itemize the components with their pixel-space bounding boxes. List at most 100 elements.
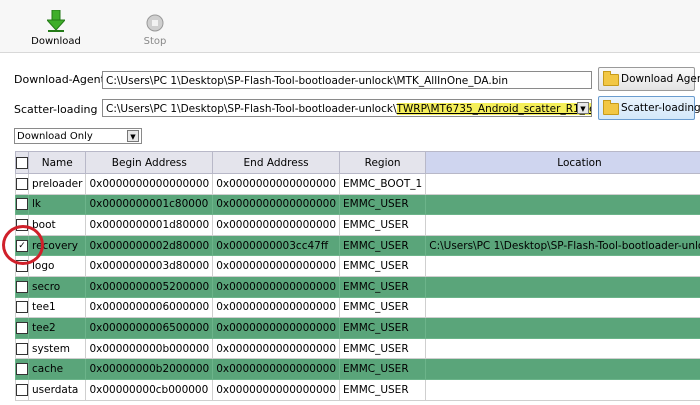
cell-location xyxy=(425,193,700,216)
cell-location: C:\Users\PC 1\Desktop\SP-Flash-Tool-boot… xyxy=(425,234,700,257)
download-arrow-icon xyxy=(21,8,91,32)
table-row[interactable]: preloader 0x0000000000000000 0x00000000000… xyxy=(15,173,700,195)
cell-begin-address: 0x0000000001c80000 xyxy=(85,193,214,216)
table-row[interactable]: system 0x000000000b000000 0x00000000000000… xyxy=(15,337,700,360)
row-checkbox-cell[interactable] xyxy=(15,296,29,319)
folder-icon xyxy=(603,71,619,86)
select-all-checkbox[interactable] xyxy=(16,156,28,169)
stop-button[interactable]: Stop xyxy=(120,8,190,47)
main-panel: Download-Agent C:\Users\PC 1\Desktop\SP-… xyxy=(0,53,700,405)
row-checkbox[interactable] xyxy=(16,342,28,355)
cell-region: EMMC_USER xyxy=(338,296,427,319)
cell-begin-address: 0x00000000b2000000 xyxy=(85,358,214,380)
download-agent-button[interactable]: Download Agent xyxy=(598,67,700,91)
table-row[interactable]: boot 0x0000000001d80000 0x0000000000000000… xyxy=(15,214,700,236)
cell-location xyxy=(425,214,700,236)
toolbar: Download Stop xyxy=(0,0,700,53)
cell-name: tee2 xyxy=(27,317,87,339)
scatter-loading-field[interactable]: C:\Users\PC 1\Desktop\SP-Flash-Tool-boot… xyxy=(102,99,592,117)
table-header-row: Name Begin Address End Address Region Lo… xyxy=(15,151,700,174)
cell-begin-address: 0x0000000002d80000 xyxy=(85,234,214,257)
download-agent-label: Download-Agent xyxy=(14,73,105,86)
row-checkbox-cell[interactable] xyxy=(15,193,29,216)
cell-region: EMMC_USER xyxy=(338,275,427,298)
download-mode-select[interactable]: Download Only ▼ xyxy=(14,128,142,144)
cell-end-address: 0x0000000000000000 xyxy=(212,337,340,360)
cell-end-address: 0x0000000000000000 xyxy=(212,296,340,319)
row-checkbox[interactable] xyxy=(16,280,28,293)
row-checkbox-cell[interactable] xyxy=(15,214,29,236)
cell-name: logo xyxy=(27,255,87,277)
cell-begin-address: 0x0000000000000000 xyxy=(85,173,214,195)
cell-end-address: 0x0000000000000000 xyxy=(212,255,340,277)
cell-begin-address: 0x00000000cb000000 xyxy=(85,378,214,401)
download-button[interactable]: Download xyxy=(21,8,91,47)
header-begin-address[interactable]: Begin Address xyxy=(85,151,214,174)
cell-name: tee1 xyxy=(27,296,87,319)
cell-location xyxy=(425,378,700,401)
cell-name: system xyxy=(27,337,87,360)
cell-region: EMMC_USER xyxy=(338,337,427,360)
table-row[interactable]: ✓ recovery 0x0000000002d80000 0x0000000003c… xyxy=(15,234,700,257)
row-checkbox[interactable] xyxy=(16,321,28,334)
row-checkbox[interactable]: ✓ xyxy=(16,239,28,252)
row-checkbox-cell[interactable] xyxy=(15,173,29,195)
cell-end-address: 0x0000000000000000 xyxy=(212,214,340,236)
header-end-address[interactable]: End Address xyxy=(212,151,340,174)
cell-end-address: 0x0000000000000000 xyxy=(212,275,340,298)
cell-name: recovery xyxy=(27,234,87,257)
cell-begin-address: 0x0000000001d80000 xyxy=(85,214,214,236)
cell-end-address: 0x0000000000000000 xyxy=(212,173,340,195)
row-checkbox-cell[interactable] xyxy=(15,358,29,380)
cell-region: EMMC_USER xyxy=(338,214,427,236)
row-checkbox[interactable] xyxy=(16,218,28,231)
row-checkbox[interactable] xyxy=(16,363,28,376)
header-region[interactable]: Region xyxy=(338,151,427,174)
table-row[interactable]: cache 0x00000000b2000000 0x000000000000000… xyxy=(15,358,700,380)
table-row[interactable]: logo 0x0000000003d80000 0x0000000000000000… xyxy=(15,255,700,277)
cell-location xyxy=(425,337,700,360)
cell-region: EMMC_USER xyxy=(338,378,427,401)
cell-end-address: 0x0000000003cc47ff xyxy=(212,234,340,257)
scatter-dropdown-icon[interactable]: ▼ xyxy=(577,102,589,114)
scatter-path-prefix: C:\Users\PC 1\Desktop\SP-Flash-Tool-boot… xyxy=(106,103,397,115)
partition-table: Name Begin Address End Address Region Lo… xyxy=(15,151,700,401)
row-checkbox-cell[interactable] xyxy=(15,337,29,360)
table-row[interactable]: secro 0x0000000005200000 0x000000000000000… xyxy=(15,275,700,298)
select-all-checkbox-cell[interactable] xyxy=(15,151,29,174)
cell-location xyxy=(425,358,700,380)
stop-label: Stop xyxy=(143,36,167,47)
row-checkbox[interactable] xyxy=(16,177,28,190)
cell-location xyxy=(425,275,700,298)
download-agent-button-label: Download Agent xyxy=(621,73,700,85)
cell-region: EMMC_BOOT_1 xyxy=(338,173,427,195)
row-checkbox[interactable] xyxy=(16,198,28,211)
row-checkbox-cell[interactable] xyxy=(15,317,29,339)
cell-begin-address: 0x000000000b000000 xyxy=(85,337,214,360)
cell-region: EMMC_USER xyxy=(338,358,427,380)
row-checkbox-cell[interactable] xyxy=(15,275,29,298)
row-checkbox-cell[interactable] xyxy=(15,255,29,277)
table-row[interactable]: tee2 0x0000000006500000 0x0000000000000000… xyxy=(15,317,700,339)
row-checkbox[interactable] xyxy=(16,260,28,273)
row-checkbox-cell[interactable] xyxy=(15,378,29,401)
header-name[interactable]: Name xyxy=(27,151,87,174)
cell-region: EMMC_USER xyxy=(338,193,427,216)
table-row[interactable]: tee1 0x0000000006000000 0x0000000000000000… xyxy=(15,296,700,319)
row-checkbox[interactable] xyxy=(16,301,28,314)
table-row[interactable]: lk 0x0000000001c80000 0x0000000000000000 EM… xyxy=(15,193,700,216)
cell-name: boot xyxy=(27,214,87,236)
cell-end-address: 0x0000000000000000 xyxy=(212,193,340,216)
cell-begin-address: 0x0000000003d80000 xyxy=(85,255,214,277)
download-mode-value: Download Only xyxy=(17,131,93,142)
cell-end-address: 0x0000000000000000 xyxy=(212,378,340,401)
cell-name: lk xyxy=(27,193,87,216)
cell-name: secro xyxy=(27,275,87,298)
download-agent-field[interactable]: C:\Users\PC 1\Desktop\SP-Flash-Tool-boot… xyxy=(102,71,592,89)
row-checkbox[interactable] xyxy=(16,383,28,396)
header-location[interactable]: Location xyxy=(425,151,700,174)
scatter-loading-button-label: Scatter-loading xyxy=(621,102,700,114)
scatter-loading-button[interactable]: Scatter-loading xyxy=(598,96,700,120)
row-checkbox-cell[interactable]: ✓ xyxy=(15,234,29,257)
table-row[interactable]: userdata 0x00000000cb000000 0x000000000000… xyxy=(15,378,700,401)
